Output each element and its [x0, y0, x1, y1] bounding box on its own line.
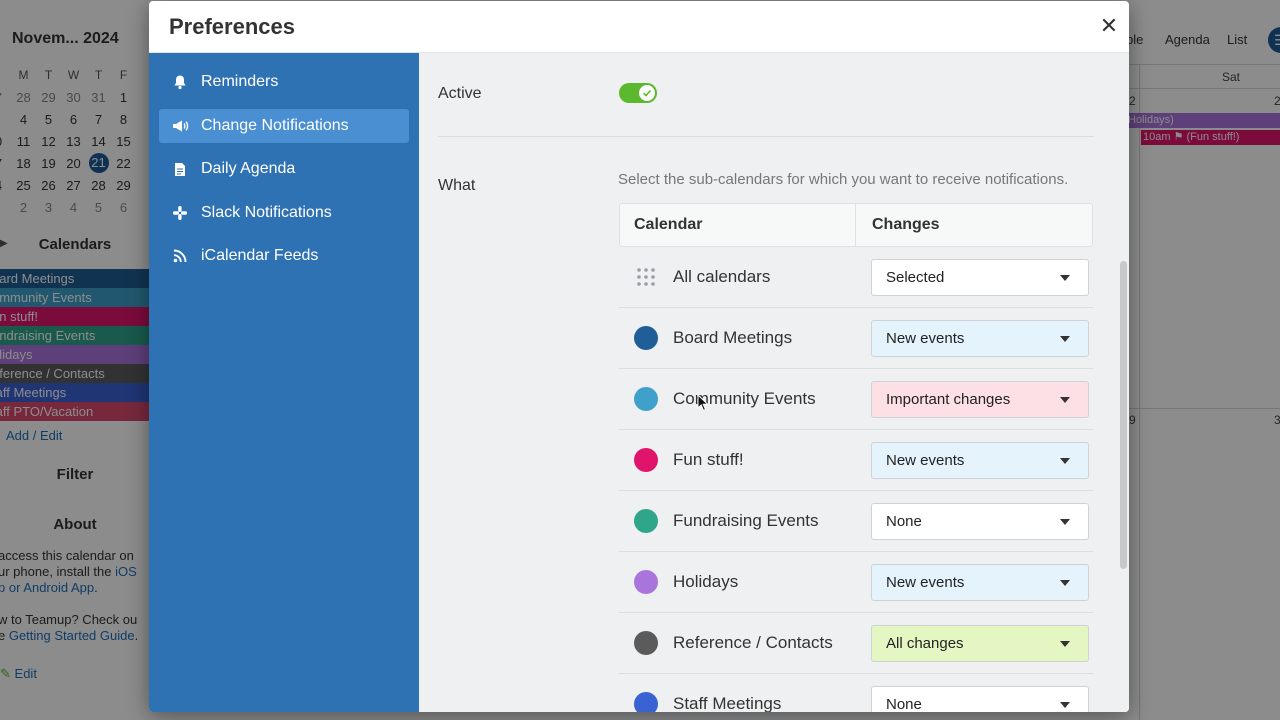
changes-select-value: New events — [886, 451, 965, 469]
calendar-color-dot — [634, 509, 658, 533]
modal-header: Preferences ✕ — [149, 1, 1129, 53]
nav-item-change-notifications[interactable]: Change Notifications — [159, 108, 409, 143]
changes-select-value: Selected — [886, 268, 945, 286]
caret-down-icon — [1060, 335, 1070, 342]
table-header: Calendar Changes — [619, 203, 1093, 247]
document-icon — [171, 161, 189, 177]
changes-select-value: None — [886, 695, 922, 713]
preferences-nav: Reminders Change Notifications Daily Agend… — [149, 53, 419, 712]
close-icon[interactable]: ✕ — [1099, 15, 1119, 37]
caret-down-icon — [1060, 701, 1070, 708]
caret-down-icon — [1060, 518, 1070, 525]
nav-item-label: Slack Notifications — [201, 203, 332, 221]
nav-item-reminders[interactable]: Reminders — [159, 65, 409, 99]
bell-icon — [171, 74, 189, 90]
calendar-name: All calendars — [673, 267, 771, 286]
modal-title: Preferences — [169, 13, 295, 39]
what-label: What — [438, 177, 476, 194]
column-header-calendar: Calendar — [620, 204, 856, 246]
scrollbar[interactable] — [1120, 261, 1127, 569]
slack-icon — [171, 205, 189, 221]
preferences-modal: Preferences ✕ Reminders Change Notificati… — [149, 1, 1129, 712]
nav-item-label: Change Notifications — [201, 116, 349, 134]
changes-select-value: All changes — [886, 634, 964, 652]
caret-down-icon — [1060, 457, 1070, 464]
table-row: Fun stuff! New events — [619, 430, 1093, 491]
table-row: Community Events Important changes — [619, 369, 1093, 430]
calendar-name: Reference / Contacts — [673, 633, 833, 652]
caret-down-icon — [1060, 274, 1070, 281]
rss-icon — [171, 248, 189, 264]
changes-select-value: New events — [886, 573, 965, 591]
changes-select[interactable]: None — [871, 502, 1089, 540]
changes-select-value: None — [886, 512, 922, 530]
table-row: Reference / Contacts All changes — [619, 613, 1093, 674]
table-row: Staff Meetings None — [619, 674, 1093, 712]
changes-select[interactable]: All changes — [871, 624, 1089, 662]
caret-down-icon — [1060, 396, 1070, 403]
nav-item-icalendar-feeds[interactable]: iCalendar Feeds — [159, 239, 409, 273]
changes-select-value: New events — [886, 329, 965, 347]
active-toggle[interactable] — [619, 83, 657, 103]
changes-select[interactable]: New events — [871, 563, 1089, 601]
calendar-color-dot — [634, 570, 658, 594]
column-header-changes: Changes — [872, 216, 940, 233]
calendar-name: Holidays — [673, 572, 739, 591]
notifications-table: Calendar Changes All calendars Selected Bo… — [619, 203, 1093, 712]
active-row: Active — [438, 83, 1094, 137]
what-description: Select the sub-calendars for which you w… — [618, 171, 1069, 188]
nav-item-slack-notifications[interactable]: Slack Notifications — [159, 196, 409, 230]
changes-select[interactable]: New events — [871, 441, 1089, 479]
changes-select[interactable]: None — [871, 685, 1089, 713]
caret-down-icon — [1060, 640, 1070, 647]
table-row: All calendars Selected — [619, 247, 1093, 308]
calendar-color-dot — [634, 387, 658, 411]
calendar-color-dot — [634, 631, 658, 655]
calendar-color-dot — [634, 692, 658, 712]
changes-select[interactable]: Selected — [871, 258, 1089, 296]
nav-item-label: Reminders — [201, 73, 279, 90]
calendar-name: Board Meetings — [673, 328, 793, 347]
table-row: Fundraising Events None — [619, 491, 1093, 552]
table-row: Holidays New events — [619, 552, 1093, 613]
calendar-color-dot — [634, 326, 658, 350]
changes-select[interactable]: New events — [871, 319, 1089, 357]
calendar-name: Staff Meetings — [673, 694, 782, 712]
calendar-name: Fun stuff! — [673, 450, 744, 469]
nav-item-label: Daily Agenda — [201, 160, 296, 177]
all-calendars-grid-icon — [637, 268, 655, 286]
active-label: Active — [438, 85, 482, 102]
mouse-cursor-icon — [697, 394, 709, 412]
caret-down-icon — [1060, 579, 1070, 586]
changes-select-value: Important changes — [886, 390, 1011, 408]
megaphone-icon — [171, 118, 189, 134]
calendar-name: Community Events — [673, 389, 816, 408]
changes-select[interactable]: Important changes — [871, 380, 1089, 418]
table-row: Board Meetings New events — [619, 308, 1093, 369]
check-icon — [639, 85, 655, 101]
preferences-content: Active What Select the sub-calendars for… — [419, 53, 1129, 712]
calendar-name: Fundraising Events — [673, 511, 819, 530]
nav-item-label: iCalendar Feeds — [201, 247, 319, 264]
nav-item-daily-agenda[interactable]: Daily Agenda — [159, 152, 409, 186]
calendar-color-dot — [634, 448, 658, 472]
